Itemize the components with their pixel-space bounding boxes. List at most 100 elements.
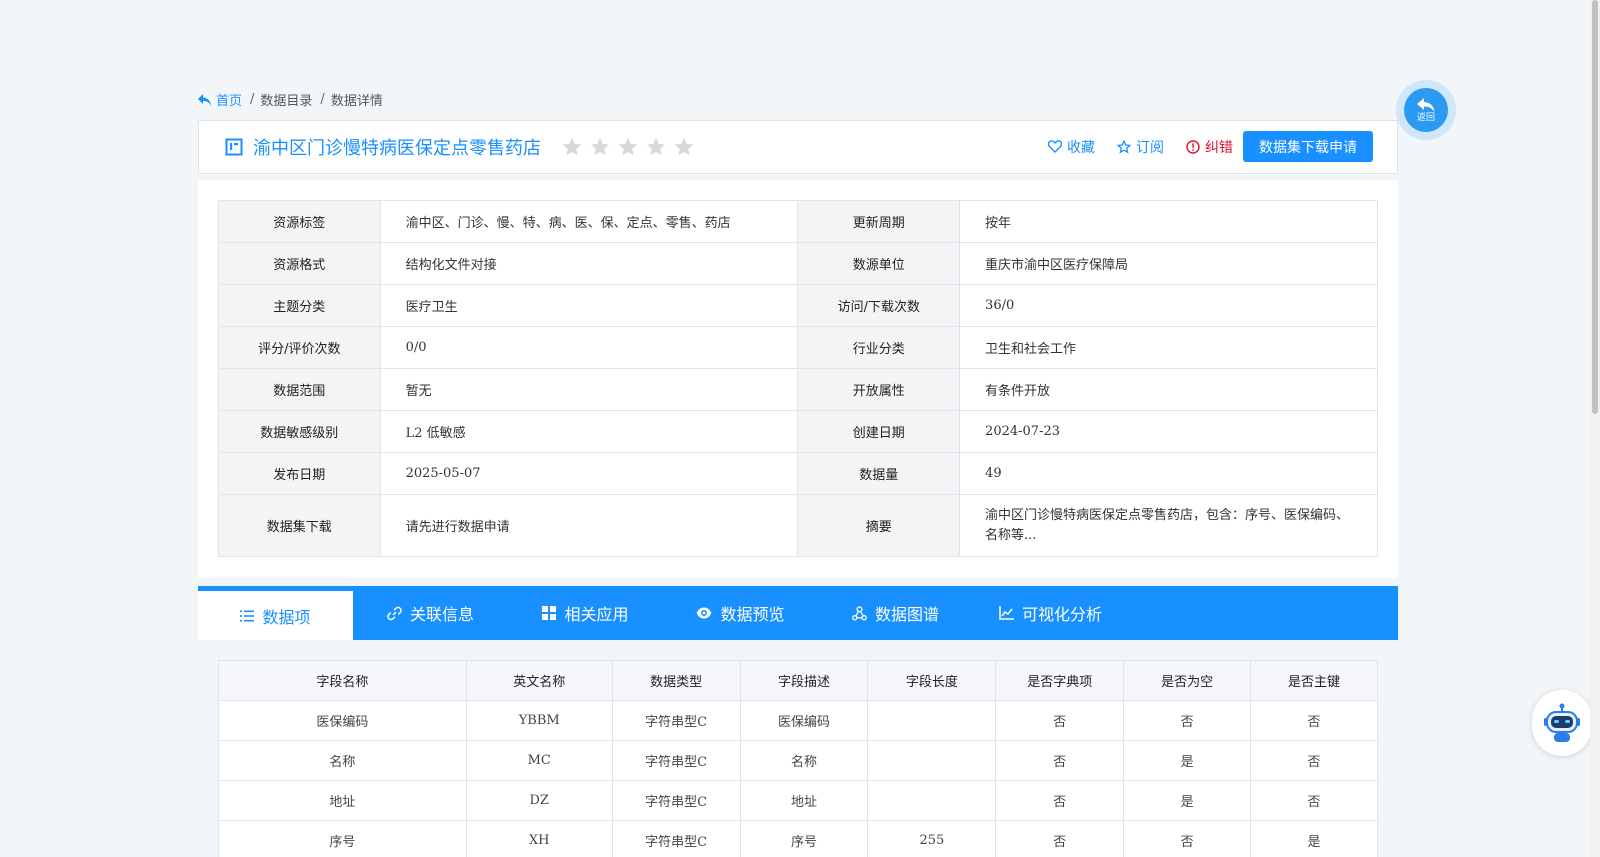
tab-label: 相关应用 (564, 605, 629, 624)
column-header: 字段名称 (218, 660, 467, 701)
page-scrollbar[interactable] (1590, 0, 1600, 857)
tab-related-info[interactable]: 关联信息 (353, 586, 508, 640)
tab-related-apps[interactable]: 相关应用 (508, 586, 663, 640)
info-key: 主题分类 (218, 284, 381, 327)
back-button-label: 返回 (1416, 112, 1435, 123)
table-cell (867, 780, 997, 821)
table-cell: 否 (1250, 740, 1378, 781)
column-header: 是否字典项 (995, 660, 1125, 701)
list-icon (240, 610, 255, 621)
scrollbar-thumb[interactable] (1592, 0, 1598, 414)
info-key: 评分/评价次数 (218, 326, 381, 369)
info-value: 0/0 (379, 326, 799, 369)
table-cell: 否 (995, 700, 1125, 741)
info-value: 49 (959, 452, 1378, 495)
info-key: 创建日期 (797, 410, 961, 453)
table-cell: 序号 (739, 820, 869, 857)
info-row: 资源格式 结构化文件对接 数源单位 重庆市渝中区医疗保障局 (218, 242, 1378, 285)
tab-data-preview[interactable]: 数据预览 (663, 586, 818, 640)
info-value: 重庆市渝中区医疗保障局 (959, 242, 1378, 285)
return-arrow-icon (1417, 97, 1435, 112)
apply-download-button[interactable]: 数据集下载申请 (1243, 131, 1373, 162)
rating-stars[interactable] (561, 136, 695, 158)
line-chart-icon (999, 606, 1014, 620)
tab-data-graph[interactable]: 数据图谱 (818, 586, 973, 640)
table-header-row: 字段名称 英文名称 数据类型 字段描述 字段长度 是否字典项 是否为空 是否主键 (218, 660, 1378, 701)
star-icon[interactable] (589, 136, 611, 158)
table-cell: 是 (1123, 740, 1252, 781)
dataset-title-bar: 渝中区门诊慢特病医保定点零售药店 收藏 订阅 纠错 数据集下载申请 (198, 120, 1398, 174)
report-error-label: 纠错 (1205, 139, 1233, 156)
grid-icon (542, 606, 557, 620)
info-key: 数据敏感级别 (218, 410, 381, 453)
info-value: 结构化文件对接 (379, 242, 799, 285)
tab-data-items[interactable]: 数据项 (198, 586, 353, 640)
table-row: 医保编码 YBBM 字符串型C 医保编码 否 否 否 (218, 700, 1378, 741)
table-cell: 否 (1250, 700, 1378, 741)
table-cell: 字符串型C (611, 780, 741, 821)
table-cell: 医保编码 (218, 700, 467, 741)
info-key: 摘要 (797, 494, 961, 557)
table-cell: 否 (995, 740, 1125, 781)
info-key: 资源标签 (218, 200, 381, 243)
table-cell: 地址 (739, 780, 869, 821)
link-icon (387, 606, 402, 620)
detail-tabs: 数据项 关联信息 相关应用 数据预览 数据图谱 可视化分析 (198, 586, 1398, 640)
table-cell: 否 (995, 780, 1125, 821)
star-icon[interactable] (673, 136, 695, 158)
table-cell: 名称 (739, 740, 869, 781)
info-row: 数据范围 暂无 开放属性 有条件开放 (218, 368, 1378, 411)
info-key: 资源格式 (218, 242, 381, 285)
eye-icon (696, 607, 712, 619)
table-cell: 医保编码 (739, 700, 869, 741)
table-cell: 否 (1123, 700, 1252, 741)
tab-visual-analysis[interactable]: 可视化分析 (973, 586, 1128, 640)
info-key: 开放属性 (797, 368, 961, 411)
tab-label: 数据图谱 (874, 605, 939, 624)
table-row: 序号 XH 字符串型C 序号 255 否 否 是 (218, 820, 1378, 857)
info-row: 评分/评价次数 0/0 行业分类 卫生和社会工作 (218, 326, 1378, 369)
robot-icon (1544, 703, 1580, 742)
assistant-robot-button[interactable] (1532, 690, 1592, 756)
tab-label: 关联信息 (409, 605, 474, 624)
graph-icon (852, 605, 867, 620)
info-value: 渝中区、门诊、慢、特、病、医、保、定点、零售、药店 (379, 200, 799, 243)
star-icon[interactable] (561, 136, 583, 158)
subscribe-button[interactable]: 订阅 (1117, 137, 1164, 157)
info-key: 访问/下载次数 (797, 284, 961, 327)
table-cell: 255 (867, 820, 997, 857)
breadcrumb: 首页 / 数据目录 / 数据详情 (198, 90, 383, 109)
star-icon[interactable] (617, 136, 639, 158)
tab-label: 数据项 (262, 607, 311, 627)
table-row: 地址 DZ 字符串型C 地址 否 是 否 (218, 780, 1378, 821)
info-row: 主题分类 医疗卫生 访问/下载次数 36/0 (218, 284, 1378, 327)
info-key: 发布日期 (218, 452, 381, 495)
breadcrumb-home-link[interactable]: 首页 (198, 90, 242, 109)
breadcrumb-separator: / (320, 92, 325, 107)
tab-label: 数据预览 (720, 605, 785, 624)
info-row: 数据集下载 请先进行数据申请 摘要 渝中区门诊慢特病医保定点零售药店，包含：序号… (218, 494, 1378, 557)
table-cell: XH (465, 820, 613, 857)
info-row: 发布日期 2025-05-07 数据量 49 (218, 452, 1378, 495)
column-header: 字段描述 (739, 660, 869, 701)
table-cell: YBBM (465, 700, 613, 741)
column-header: 数据类型 (611, 660, 741, 701)
report-error-button[interactable]: 纠错 (1186, 137, 1233, 157)
star-icon[interactable] (645, 136, 667, 158)
back-button-inner: 返回 (1404, 88, 1448, 132)
table-cell: MC (465, 740, 613, 781)
back-button[interactable]: 返回 (1396, 80, 1456, 140)
info-value: 按年 (959, 200, 1378, 243)
reply-icon (198, 93, 211, 106)
table-cell: 是 (1123, 780, 1252, 821)
breadcrumb-home-label: 首页 (216, 94, 243, 109)
table-cell: 序号 (218, 820, 467, 857)
column-header: 字段长度 (867, 660, 997, 701)
info-value: 请先进行数据申请 (379, 494, 799, 557)
info-row: 数据敏感级别 L2 低敏感 创建日期 2024-07-23 (218, 410, 1378, 453)
info-value: L2 低敏感 (379, 410, 799, 453)
table-cell: 字符串型C (611, 820, 741, 857)
favorite-button[interactable]: 收藏 (1048, 137, 1095, 157)
star-outline-icon (1117, 139, 1131, 154)
breadcrumb-item-catalog[interactable]: 数据目录 (260, 90, 312, 109)
